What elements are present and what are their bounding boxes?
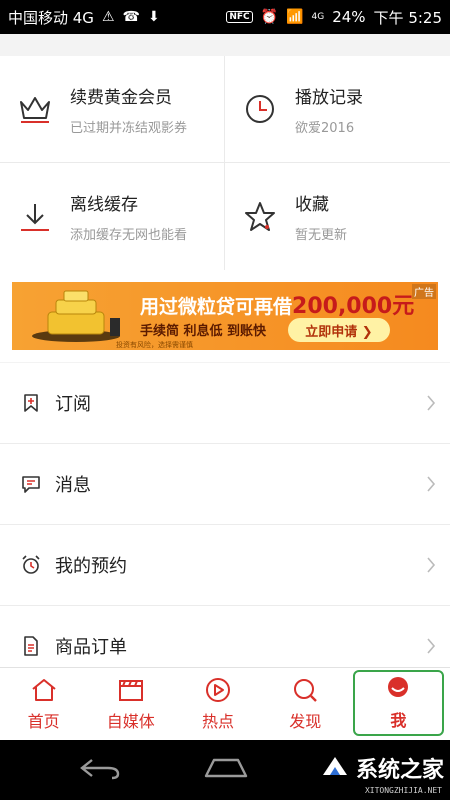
alarm-status-icon: ⏰	[260, 9, 279, 25]
watermark-text: 系统之家	[355, 758, 444, 783]
list-item-reservations[interactable]: 我的预约	[0, 525, 450, 606]
ad-headline: 用过微粒贷可再借200,000元	[140, 288, 414, 320]
sim-alert-icon: ⚠	[101, 9, 115, 25]
chevron-right-icon	[427, 476, 436, 492]
grid-item-favorites[interactable]: 收藏 暂无更新	[225, 163, 450, 270]
watermark-logo-icon	[322, 757, 347, 775]
tab-label: 发现	[289, 712, 322, 731]
status-bar: 中国移动 4G ⚠ ☎ ⬇ NFC ⏰ 📶 4G 24% 下午 5:25	[0, 0, 450, 34]
home-icon	[31, 679, 56, 701]
discover-search-icon	[294, 679, 318, 702]
ad-apply-button[interactable]: 立即申请 ❯	[288, 318, 390, 342]
grid-item-offline-cache[interactable]: 离线缓存 添加缓存无网也能看	[0, 163, 225, 270]
list-item-label: 订阅	[55, 394, 91, 415]
watermark: 系统之家	[320, 752, 444, 784]
star-icon	[245, 201, 275, 231]
grid-item-subtitle: 欲爱2016	[295, 120, 355, 136]
grid-item-title: 离线缓存	[70, 195, 138, 215]
menu-list: 订阅 消息 我的预约 商品订单	[0, 363, 450, 687]
missed-call-icon: ☎	[122, 9, 140, 25]
play-circle-icon	[206, 678, 230, 702]
list-item-label: 商品订单	[55, 637, 127, 658]
system-nav-bar: 系统之家 XITONGZHIJIA.NET	[0, 740, 450, 800]
network-type-label: 4G	[311, 12, 325, 22]
tab-label: 热点	[202, 712, 235, 731]
message-icon	[22, 476, 40, 493]
list-item-label: 我的预约	[55, 556, 127, 577]
clock-icon	[246, 95, 274, 123]
list-item-subscribe[interactable]: 订阅	[0, 363, 450, 444]
ad-tag: 广告	[412, 284, 436, 299]
feature-grid: 续费黄金会员 已过期并冻结观影券 播放记录 欲爱2016 离线缓存 添加缓存无网…	[0, 56, 450, 270]
grid-item-subtitle: 添加缓存无网也能看	[70, 228, 188, 243]
ad-headline-text: 用过微粒贷可再借	[140, 296, 293, 318]
grid-item-title: 播放记录	[295, 87, 363, 108]
bookmark-plus-icon	[24, 394, 38, 412]
ad-amount: 200,000元	[292, 294, 415, 319]
chevron-right-icon	[427, 638, 436, 654]
home-button-icon[interactable]	[202, 754, 250, 782]
battery-percent: 24%	[332, 8, 366, 26]
order-document-icon	[24, 636, 38, 656]
ad-features: 手续简 利息低 到账快	[140, 324, 267, 339]
ad-banner-container: 用过微粒贷可再借200,000元 手续简 利息低 到账快 立即申请 ❯ 广告 投…	[0, 270, 450, 362]
tab-hot[interactable]: 热点	[174, 668, 261, 740]
ad-fine-print: 投资有风险，选择需谨慎	[116, 341, 193, 349]
nfc-icon: NFC	[226, 11, 253, 23]
list-item-messages[interactable]: 消息	[0, 444, 450, 525]
crown-icon	[20, 97, 50, 123]
watermark-url: XITONGZHIJIA.NET	[364, 786, 442, 795]
gold-coins-image	[32, 290, 120, 342]
download-status-icon: ⬇	[147, 9, 160, 25]
grid-item-subtitle: 暂无更新	[295, 228, 348, 243]
back-arrow-icon[interactable]	[78, 754, 122, 782]
tab-label: 自媒体	[106, 712, 155, 731]
grid-item-play-history[interactable]: 播放记录 欲爱2016	[225, 56, 450, 163]
grid-item-gold-membership[interactable]: 续费黄金会员 已过期并冻结观影券	[0, 56, 225, 163]
ad-banner[interactable]: 用过微粒贷可再借200,000元 手续简 利息低 到账快 立即申请 ❯ 广告 投…	[12, 282, 438, 350]
download-icon	[21, 203, 49, 231]
grid-item-title: 收藏	[295, 195, 329, 215]
clapperboard-icon	[118, 680, 143, 701]
carrier-label: 中国移动 4G	[8, 8, 94, 27]
list-item-label: 消息	[55, 475, 91, 496]
chevron-right-icon	[427, 395, 436, 411]
tab-label: 我	[390, 711, 407, 730]
wifi-icon: 📶	[286, 9, 304, 25]
clock-time: 下午 5:25	[373, 8, 442, 27]
tab-home[interactable]: 首页	[0, 668, 87, 740]
alarm-icon	[22, 555, 40, 574]
tab-me[interactable]: 我	[352, 670, 445, 736]
profile-icon	[388, 677, 409, 697]
grid-item-title: 续费黄金会员	[70, 87, 172, 108]
grid-item-subtitle: 已过期并冻结观影券	[70, 120, 188, 136]
tab-discover[interactable]: 发现	[262, 668, 349, 740]
bottom-tab-bar: 首页 自媒体 热点 发现 我	[0, 667, 450, 740]
tab-label: 首页	[27, 712, 60, 731]
tab-we-media[interactable]: 自媒体	[87, 668, 174, 740]
chevron-right-icon	[427, 557, 436, 573]
